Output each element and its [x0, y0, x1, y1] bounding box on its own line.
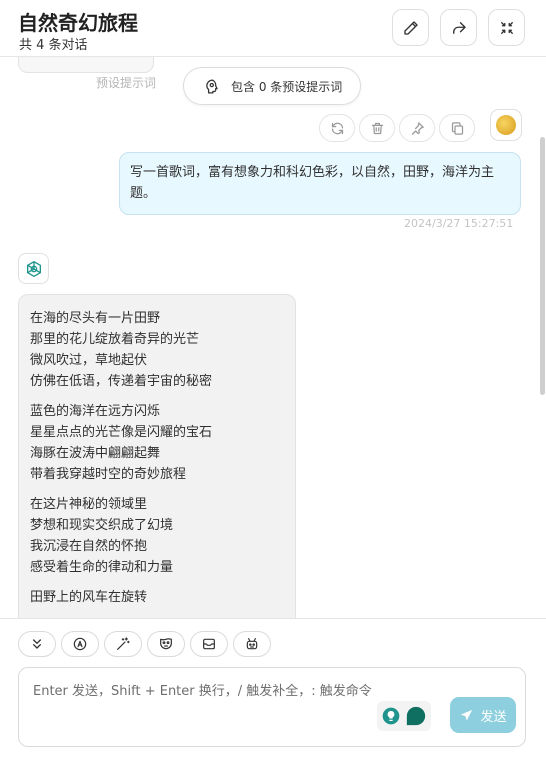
- clear-context-button[interactable]: [190, 631, 228, 657]
- lyric-line: 田野上的风车在旋转: [30, 590, 148, 605]
- lyric-line: 感受着生命的律动和力量: [30, 560, 174, 575]
- collapse-icon: [500, 21, 513, 34]
- assistant-message: 在海的尽头有一片田野 那里的花儿绽放着奇异的光芒 微风吹过，草地起伏 仿佛在低语…: [18, 294, 296, 618]
- send-icon: [461, 709, 473, 720]
- chat-bubble-icon: [406, 706, 426, 726]
- lyrics-stanza: 田野上的风车在旋转: [30, 587, 284, 608]
- copy-icon: [451, 121, 463, 135]
- lyric-line: 星星点点的光芒像是闪耀的宝石: [30, 425, 213, 440]
- user-avatar[interactable]: [490, 109, 522, 141]
- lyric-line: 海豚在波涛中翩翩起舞: [30, 446, 161, 461]
- chat-scrollbar[interactable]: [540, 137, 545, 395]
- lyrics-stanza: 蓝色的海洋在远方闪烁 星星点点的光芒像是闪耀的宝石 海豚在波涛中翩翩起舞 带着我…: [30, 401, 284, 485]
- chevrons-down-icon: [33, 639, 41, 649]
- share-button[interactable]: [440, 9, 477, 46]
- lightbulb-icon: [382, 707, 400, 725]
- magic-wand-icon: [117, 637, 130, 650]
- collapse-button[interactable]: [488, 9, 525, 46]
- panel-icon: [203, 638, 215, 650]
- lyrics-stanza: 在这片神秘的领域里 梦想和现实交织成了幻境 我沉浸在自然的怀抱 感受着生命的律动…: [30, 494, 284, 578]
- message-input[interactable]: Enter 发送，Shift + Enter 换行，/ 触发补全，: 触发命令 …: [18, 667, 526, 747]
- input-placeholder: Enter 发送，Shift + Enter 换行，/ 触发补全，: 触发命令: [33, 684, 372, 699]
- assistant-avatar: [18, 253, 49, 284]
- chat-header: 自然奇幻旅程 共 4 条对话: [0, 0, 546, 57]
- lyric-line: 仿佛在低语，传递着宇宙的秘密: [30, 374, 213, 389]
- mask-icon: [160, 638, 172, 650]
- lyric-line: 我沉浸在自然的怀抱: [30, 539, 148, 554]
- pin-button[interactable]: [399, 114, 435, 142]
- share-icon: [452, 21, 466, 34]
- lyric-line: 微风吹过，草地起伏: [30, 353, 148, 368]
- user-message: 写一首歌词，富有想象力和科幻色彩，以自然，田野，海洋为主题。: [119, 152, 521, 215]
- lyric-line: 梦想和现实交织成了幻境: [30, 518, 174, 533]
- lyric-line: 蓝色的海洋在远方闪烁: [30, 404, 161, 419]
- model-switch-button[interactable]: [61, 631, 99, 657]
- retry-button[interactable]: [319, 114, 355, 142]
- lyric-line: 那里的花儿绽放着奇异的光芒: [30, 332, 200, 347]
- lyric-line: 在海的尽头有一片田野: [30, 311, 161, 326]
- plugins-button[interactable]: [233, 631, 271, 657]
- preset-prompts-toggle[interactable]: 包含 0 条预设提示词: [183, 67, 361, 105]
- delete-icon: [371, 122, 383, 134]
- refresh-icon: [331, 122, 343, 134]
- chat-body[interactable]: 预设提示词 包含 0 条预设提示词 写一首歌词，富有想象力和科幻色彩，以自然，田…: [0, 57, 546, 618]
- edit-icon: [403, 20, 418, 35]
- scroll-to-bottom-button[interactable]: [18, 631, 56, 657]
- model-icon: [73, 637, 87, 651]
- emoji-avatar-icon: [496, 115, 516, 135]
- lyrics-stanza: 在海的尽头有一片田野 那里的花儿绽放着奇异的光芒 微风吹过，草地起伏 仿佛在低语…: [30, 308, 284, 392]
- robot-icon: [246, 638, 258, 650]
- copy-button[interactable]: [439, 114, 475, 142]
- masks-button[interactable]: [147, 631, 185, 657]
- delete-button[interactable]: [359, 114, 395, 142]
- pin-icon: [411, 121, 424, 135]
- lyric-line: 带着我穿越时空的奇妙旅程: [30, 467, 187, 482]
- preset-prompt-label: 预设提示词: [96, 76, 157, 90]
- extension-icons[interactable]: [377, 701, 431, 731]
- rename-button[interactable]: [392, 9, 429, 46]
- lyric-line: 在这片神秘的领域里: [30, 497, 148, 512]
- chat-title: 自然奇幻旅程: [18, 11, 138, 35]
- prompts-button[interactable]: [104, 631, 142, 657]
- preset-prompts-label: 包含 0 条预设提示词: [231, 79, 343, 94]
- previous-card: [18, 57, 154, 73]
- message-timestamp: 2024/3/27 15:27:51: [404, 217, 514, 230]
- brain-icon: [206, 78, 218, 94]
- send-label: 发送: [480, 709, 507, 725]
- openai-logo-icon: [26, 260, 41, 277]
- input-panel: Enter 发送，Shift + Enter 换行，/ 触发补全，: 触发命令 …: [0, 618, 546, 765]
- send-button[interactable]: 发送: [450, 697, 516, 733]
- message-count: 共 4 条对话: [19, 38, 88, 53]
